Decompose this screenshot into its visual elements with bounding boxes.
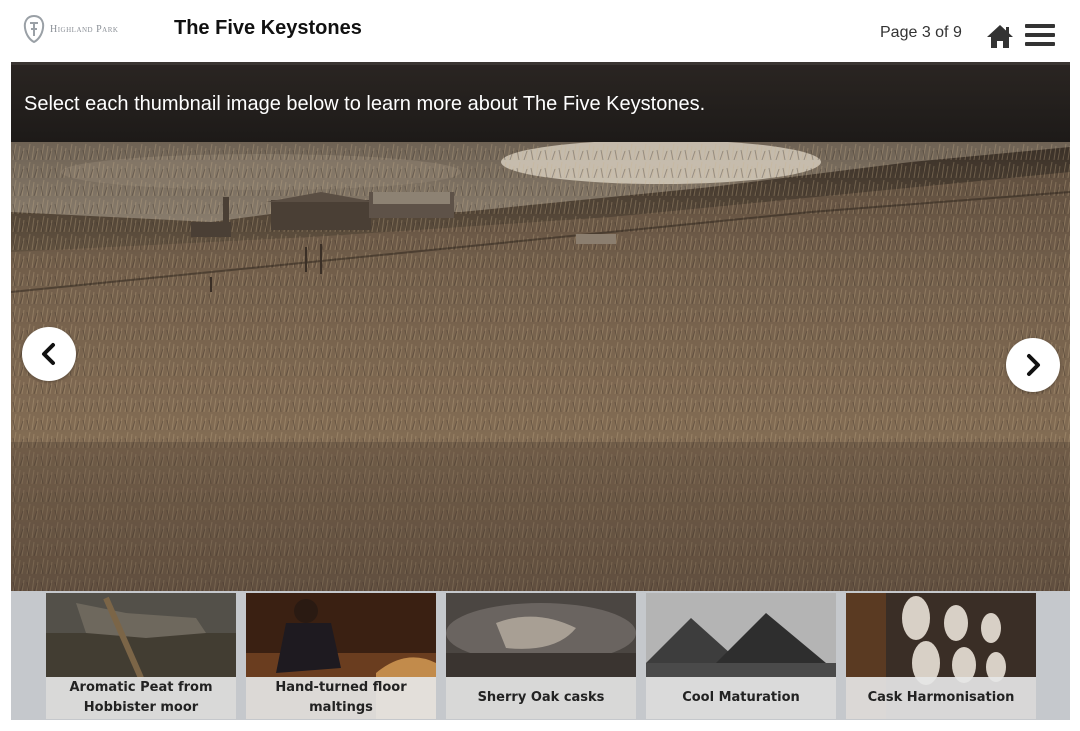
course-title: The Five Keystones — [174, 17, 362, 39]
thumbnail-floor-maltings[interactable]: Hand-turned floor maltings — [246, 593, 436, 719]
thumbnail-cask-harmonisation[interactable]: Cask Harmonisation — [846, 593, 1036, 719]
thumbnail-caption: Aromatic Peat from Hobbister moor — [46, 677, 236, 719]
thumbnail-caption: Cask Harmonisation — [846, 677, 1036, 719]
chevron-right-icon — [1027, 354, 1040, 376]
instruction-bar: Select each thumbnail image below to lea… — [11, 62, 1070, 142]
logo-text: Highland Park — [50, 23, 119, 35]
home-icon — [987, 25, 1013, 48]
thumbnail-cool-maturation[interactable]: Cool Maturation — [646, 593, 836, 719]
thumbnail-sherry-oak[interactable]: Sherry Oak casks — [446, 593, 636, 719]
instruction-text: Select each thumbnail image below to lea… — [24, 93, 706, 115]
menu-button[interactable] — [1024, 22, 1056, 48]
thumbnail-strip: Aromatic Peat from Hobbister moor Hand-t… — [11, 591, 1070, 720]
slide-stage: Select each thumbnail image below to lea… — [11, 62, 1070, 720]
home-button[interactable] — [985, 22, 1015, 50]
hamburger-menu-icon — [1025, 24, 1055, 46]
thumbnail-caption: Sherry Oak casks — [446, 677, 636, 719]
thumbnail-aromatic-peat[interactable]: Aromatic Peat from Hobbister moor — [46, 593, 236, 719]
brand-crest-icon — [23, 14, 45, 44]
top-bar: Highland Park The Five Keystones Page 3 … — [0, 0, 1080, 62]
page-indicator: Page 3 of 9 — [880, 24, 962, 41]
thumbnail-caption: Hand-turned floor maltings — [246, 677, 436, 719]
brand-logo: Highland Park — [22, 12, 137, 46]
thumbnail-caption: Cool Maturation — [646, 677, 836, 719]
previous-slide-button[interactable] — [22, 327, 76, 381]
next-slide-button[interactable] — [1006, 338, 1060, 392]
moorland-photo — [11, 142, 1070, 591]
chevron-left-icon — [42, 343, 55, 365]
